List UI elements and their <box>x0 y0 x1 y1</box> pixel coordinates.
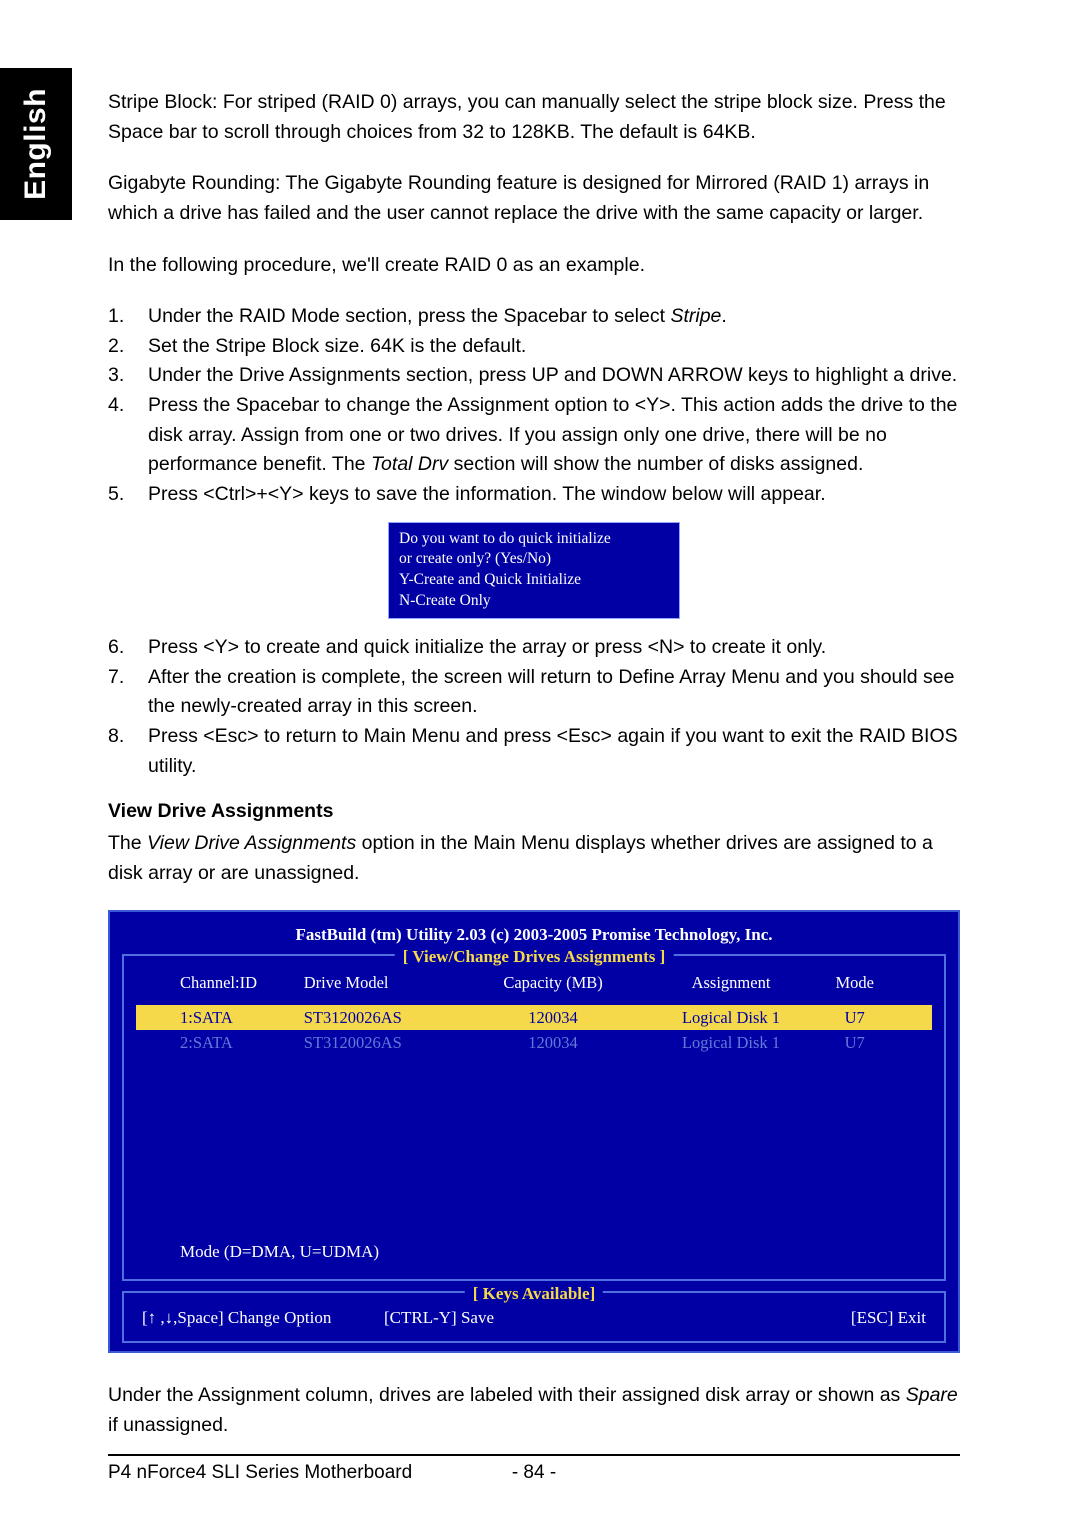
body-text: Stripe Block: For striped (RAID 0) array… <box>108 88 960 147</box>
footer-product: P4 nForce4 SLI Series Motherboard <box>108 1462 494 1484</box>
ordered-list: 1.Under the RAID Mode section, press the… <box>108 302 960 509</box>
bios-keys-panel: [ Keys Available] [↑ ,↓,Space] Change Op… <box>122 1291 946 1343</box>
key-hint-exit: [ESC] Exit <box>851 1305 926 1331</box>
list-item: 7.After the creation is complete, the sc… <box>108 663 960 722</box>
body-text: Gigabyte Rounding: The Gigabyte Rounding… <box>108 169 960 228</box>
bios-table: Channel:ID Drive Model Capacity (MB) Ass… <box>136 970 932 1267</box>
list-item: 8.Press <Esc> to return to Main Menu and… <box>108 722 960 781</box>
section-heading: View Drive Assignments <box>108 797 960 827</box>
panel-label: [ Keys Available] <box>465 1281 603 1307</box>
page-content: Stripe Block: For striped (RAID 0) array… <box>108 88 960 1462</box>
bios-drives-panel: [ View/Change Drives Assignments ] Chann… <box>122 954 946 1281</box>
table-header: Channel:ID Drive Model Capacity (MB) Ass… <box>136 970 932 995</box>
dialog-line: Do you want to do quick initialize <box>399 529 669 550</box>
list-item: 6.Press <Y> to create and quick initiali… <box>108 633 960 663</box>
body-text: Under the Assignment column, drives are … <box>108 1381 960 1440</box>
list-item: 3.Under the Drive Assignments section, p… <box>108 361 960 391</box>
dialog-line: Y-Create and Quick Initialize <box>399 570 669 591</box>
table-row[interactable]: 2:SATA ST3120026AS 120034 Logical Disk 1… <box>136 1030 932 1055</box>
bios-dialog: Do you want to do quick initialize or cr… <box>388 522 680 620</box>
dialog-line: or create only? (Yes/No) <box>399 549 669 570</box>
list-item: 2.Set the Stripe Block size. 64K is the … <box>108 332 960 362</box>
page-footer: P4 nForce4 SLI Series Motherboard - 84 - <box>108 1454 960 1484</box>
list-item: 4.Press the Spacebar to change the Assig… <box>108 391 960 480</box>
list-item: 1.Under the RAID Mode section, press the… <box>108 302 960 332</box>
panel-label: [ View/Change Drives Assignments ] <box>395 944 674 970</box>
ordered-list: 6.Press <Y> to create and quick initiali… <box>108 633 960 781</box>
language-tab: English <box>0 68 72 220</box>
dialog-line: N-Create Only <box>399 591 669 612</box>
page-number: - 84 - <box>494 1462 574 1484</box>
language-label: English <box>19 88 53 200</box>
key-hint-save: [CTRL-Y] Save <box>384 1305 494 1331</box>
body-text: The View Drive Assignments option in the… <box>108 829 960 888</box>
table-row-selected[interactable]: 1:SATA ST3120026AS 120034 Logical Disk 1… <box>136 1005 932 1030</box>
list-item: 5.Press <Ctrl>+<Y> keys to save the info… <box>108 480 960 510</box>
mode-legend: Mode (D=DMA, U=UDMA) <box>136 1235 932 1267</box>
key-hint-nav: [↑ ,↓,Space] Change Option <box>142 1305 331 1331</box>
bios-screen: FastBuild (tm) Utility 2.03 (c) 2003-200… <box>108 910 960 1353</box>
body-text: In the following procedure, we'll create… <box>108 251 960 281</box>
